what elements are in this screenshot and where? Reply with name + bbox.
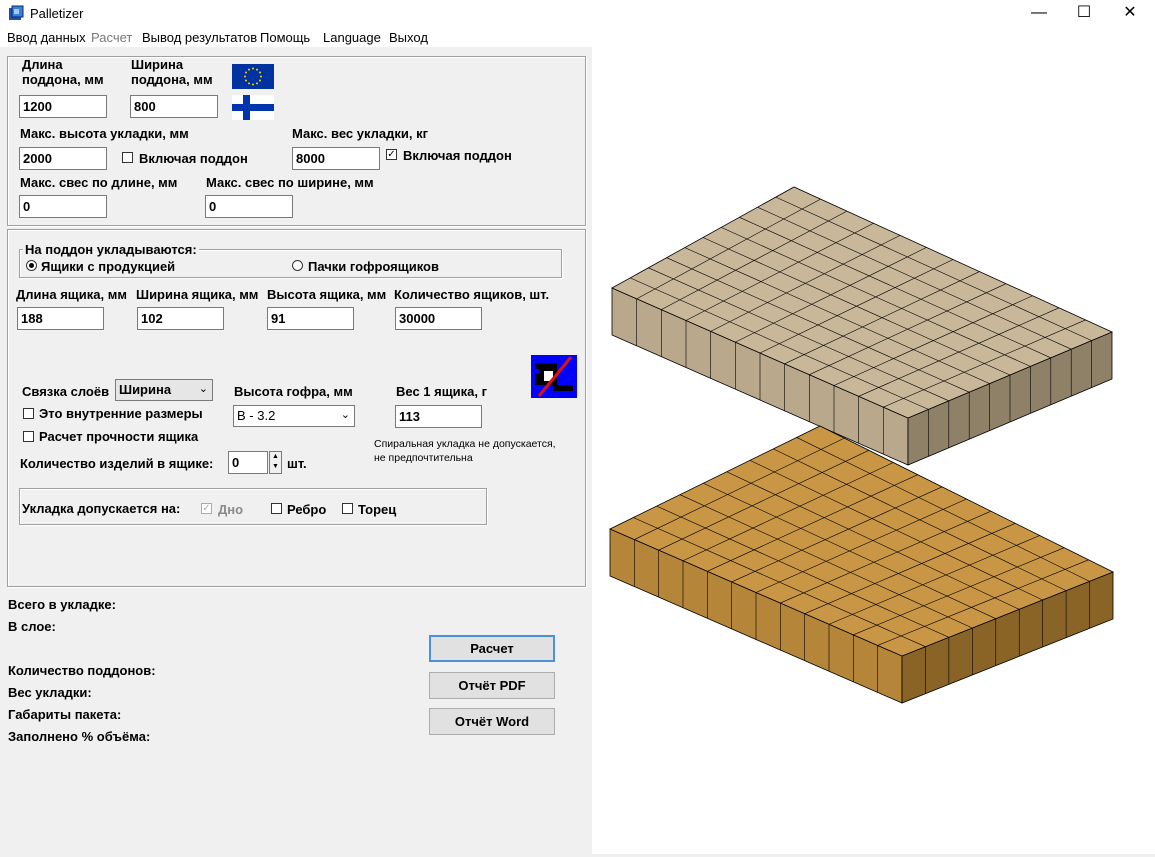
menu-bar: Ввод данных Расчет Вывод результатов Пом… bbox=[0, 27, 1155, 47]
fi-flag-icon[interactable] bbox=[232, 95, 274, 120]
layer-tie-label: Связка слоёв bbox=[22, 384, 110, 399]
items-per-box-input[interactable] bbox=[228, 451, 268, 474]
box-weight-input[interactable] bbox=[395, 405, 482, 428]
orientation-bottom-checkbox[interactable]: ✓ bbox=[201, 503, 212, 514]
result-volume-label: Заполнено % объёма: bbox=[8, 729, 151, 744]
items-per-box-label: Количество изделий в ящике: bbox=[20, 456, 214, 471]
report-word-button[interactable]: Отчёт Word bbox=[429, 708, 555, 735]
strength-calc-label: Расчет прочности ящика bbox=[39, 429, 199, 444]
max-weight-input[interactable] bbox=[292, 147, 380, 170]
max-height-label: Макс. высота укладки, мм bbox=[20, 126, 189, 141]
menu-output[interactable]: Вывод результатов bbox=[142, 30, 257, 45]
menu-exit[interactable]: Выход bbox=[389, 30, 428, 45]
box-width-input[interactable] bbox=[137, 307, 224, 330]
bundles-radio-label: Пачки гофроящиков bbox=[308, 259, 439, 274]
include-pallet-weight-checkbox[interactable]: ✓ bbox=[386, 149, 397, 160]
include-pallet-height-label: Включая поддон bbox=[139, 151, 248, 166]
maximize-button[interactable]: ☐ bbox=[1061, 0, 1107, 27]
spiral-layout-icon[interactable] bbox=[531, 355, 577, 398]
checkmark-icon: ✓ bbox=[202, 503, 211, 514]
menu-language[interactable]: Language bbox=[323, 30, 381, 45]
overhang-width-label: Макс. свес по ширине, мм bbox=[206, 175, 374, 190]
menu-input[interactable]: Ввод данных bbox=[7, 30, 86, 45]
internal-dims-label: Это внутренние размеры bbox=[39, 406, 203, 421]
box-length-input[interactable] bbox=[17, 307, 104, 330]
strength-calc-checkbox[interactable] bbox=[23, 431, 34, 442]
box-height-label: Высота ящика, мм bbox=[267, 287, 387, 302]
box-count-label: Количество ящиков, шт. bbox=[394, 287, 550, 302]
menu-help[interactable]: Помощь bbox=[260, 30, 310, 45]
menu-calc[interactable]: Расчет bbox=[91, 30, 132, 45]
box-height-input[interactable] bbox=[267, 307, 354, 330]
orientation-end-checkbox[interactable] bbox=[342, 503, 353, 514]
internal-dims-checkbox[interactable] bbox=[23, 408, 34, 419]
chevron-down-icon: ⌄ bbox=[340, 409, 350, 421]
result-weight-label: Вес укладки: bbox=[8, 685, 92, 700]
calculate-button[interactable]: Расчет bbox=[429, 635, 555, 662]
orientation-edge-checkbox[interactable] bbox=[271, 503, 282, 514]
pallet-length-label: Длина поддона, мм bbox=[22, 57, 104, 87]
orientation-label: Укладка допускается на: bbox=[22, 501, 181, 516]
pallet-width-label: Ширина поддона, мм bbox=[131, 57, 213, 87]
max-height-input[interactable] bbox=[19, 147, 107, 170]
checkmark-icon: ✓ bbox=[387, 149, 396, 160]
layer-tie-select[interactable]: Ширина ⌄ bbox=[115, 379, 213, 401]
box-width-label: Ширина ящика, мм bbox=[136, 287, 259, 302]
orientation-edge-label: Ребро bbox=[287, 502, 327, 517]
items-per-box-spinner[interactable]: ▲ ▼ bbox=[269, 451, 282, 474]
pallet-preview-canvas bbox=[609, 186, 1114, 704]
window-title: Palletizer bbox=[30, 6, 84, 21]
close-button[interactable]: ✕ bbox=[1107, 0, 1153, 27]
maximize-icon: ☐ bbox=[1076, 4, 1092, 21]
flute-height-label: Высота гофра, мм bbox=[234, 384, 353, 399]
preview-panel bbox=[592, 47, 1155, 854]
orientation-bottom-label: Дно bbox=[218, 502, 244, 517]
overhang-length-label: Макс. свес по длине, мм bbox=[20, 175, 178, 190]
overhang-length-input[interactable] bbox=[19, 195, 107, 218]
box-weight-label: Вес 1 ящика, г bbox=[396, 384, 488, 399]
report-pdf-button[interactable]: Отчёт PDF bbox=[429, 672, 555, 699]
spin-down-icon: ▼ bbox=[272, 463, 279, 470]
load-type-label: На поддон укладываются: bbox=[23, 242, 199, 257]
items-unit-label: шт. bbox=[287, 456, 307, 471]
flute-height-select[interactable]: B - 3.2 ⌄ bbox=[233, 405, 355, 427]
include-pallet-height-checkbox[interactable] bbox=[122, 152, 133, 163]
layer-tie-value: Ширина bbox=[119, 382, 172, 397]
box-count-input[interactable] bbox=[395, 307, 482, 330]
spiral-note: Спиральная укладка не допускается, не пр… bbox=[374, 438, 556, 464]
pallet-length-input[interactable] bbox=[19, 95, 107, 118]
input-panel: Длина поддона, мм Ширина поддона, мм Мак… bbox=[0, 47, 592, 854]
flute-height-value: B - 3.2 bbox=[237, 408, 276, 423]
close-icon: ✕ bbox=[1123, 4, 1137, 21]
boxes-radio-label: Ящики с продукцией bbox=[41, 259, 176, 274]
result-pallet-count-label: Количество поддонов: bbox=[8, 663, 156, 678]
pallet-width-input[interactable] bbox=[130, 95, 218, 118]
orientation-end-label: Торец bbox=[358, 502, 397, 517]
app-icon bbox=[9, 5, 24, 20]
overhang-width-input[interactable] bbox=[205, 195, 293, 218]
bundles-radio[interactable] bbox=[292, 260, 303, 271]
result-total-label: Всего в укладке: bbox=[8, 597, 116, 612]
max-weight-label: Макс. вес укладки, кг bbox=[292, 126, 429, 141]
minimize-button[interactable]: — bbox=[1016, 0, 1062, 27]
result-dimensions-label: Габариты пакета: bbox=[8, 707, 122, 722]
minimize-icon: — bbox=[1031, 4, 1047, 21]
chevron-down-icon: ⌄ bbox=[198, 383, 208, 395]
include-pallet-weight-label: Включая поддон bbox=[403, 148, 512, 163]
title-bar: Palletizer — ☐ ✕ bbox=[0, 0, 1155, 27]
spin-up-icon: ▲ bbox=[272, 453, 279, 460]
eu-flag-icon[interactable] bbox=[232, 64, 274, 89]
boxes-radio[interactable] bbox=[26, 260, 37, 271]
box-length-label: Длина ящика, мм bbox=[16, 287, 127, 302]
result-per-layer-label: В слое: bbox=[8, 619, 56, 634]
